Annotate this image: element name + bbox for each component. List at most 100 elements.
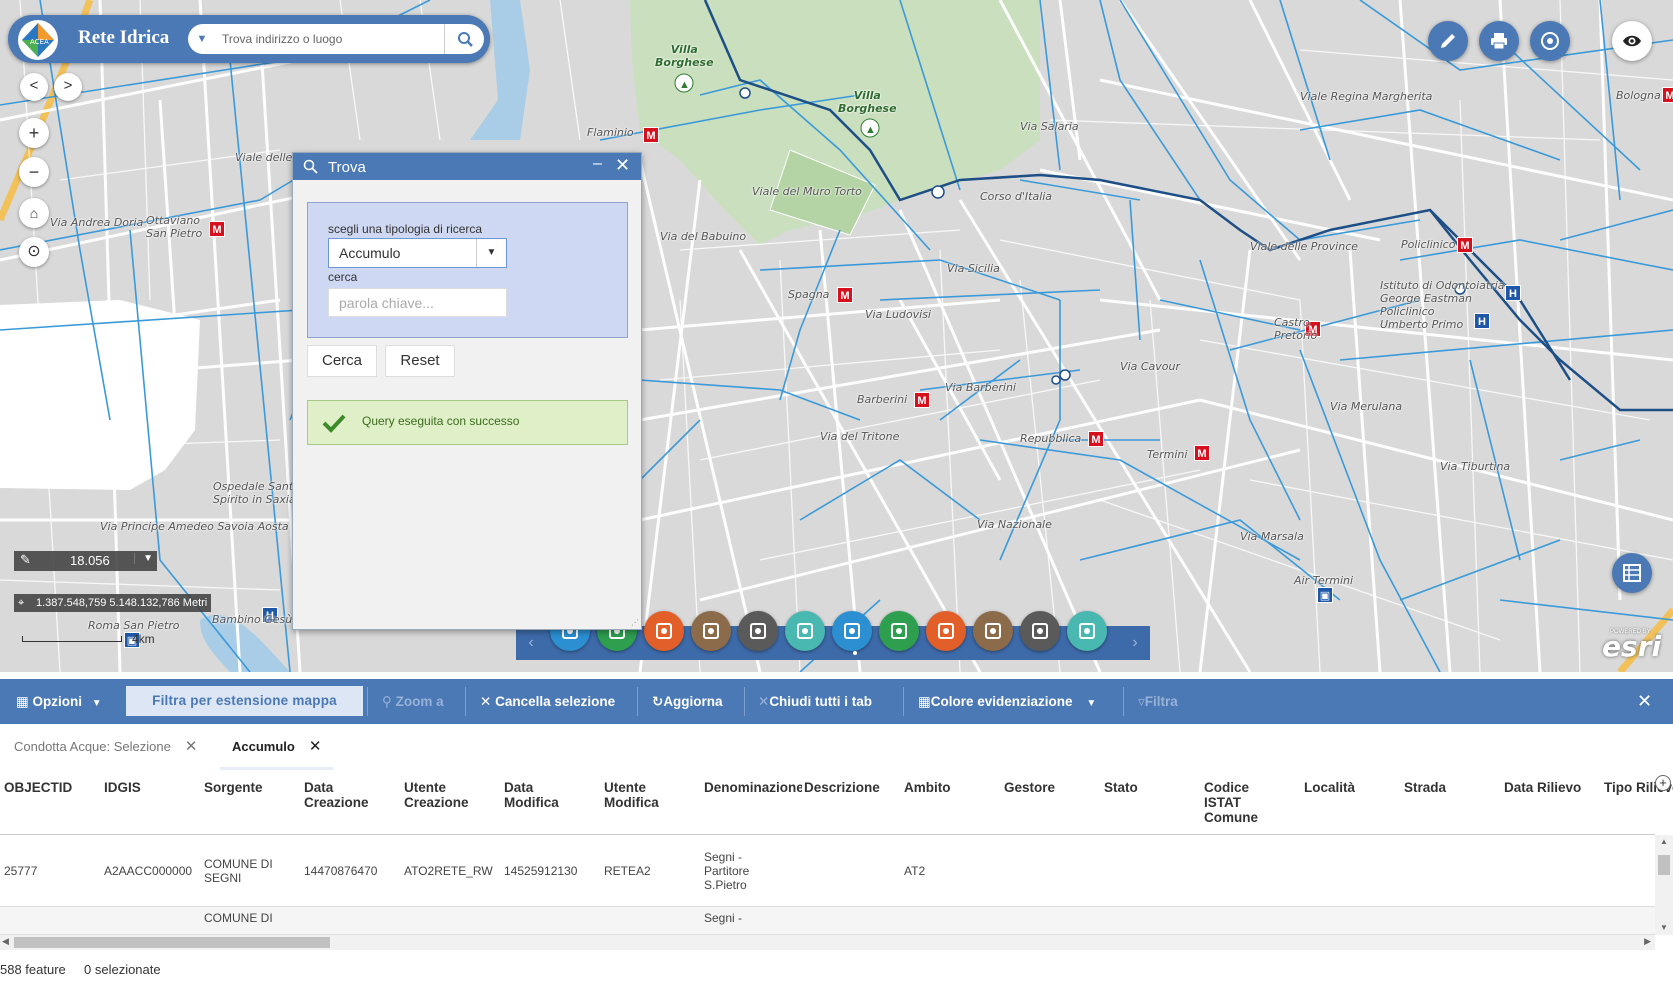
close-button[interactable]: ✕ (615, 155, 630, 176)
separator (637, 687, 638, 716)
horizontal-scrollbar[interactable]: ◀ ▶ (0, 935, 1655, 950)
chevron-down-icon[interactable]: ▼ (476, 239, 506, 267)
map-label: Castro Pretorio (1274, 316, 1318, 342)
resize-handle[interactable]: ⋰ (631, 618, 639, 627)
network-tool-button[interactable] (1530, 21, 1570, 61)
zoom-in-button[interactable]: + (19, 118, 49, 148)
column-header[interactable]: Sorgente (204, 780, 302, 795)
attribute-table-button[interactable] (1612, 553, 1652, 593)
map-label: Villa Borghese (838, 89, 897, 115)
chevron-down-icon[interactable]: ▼ (134, 553, 153, 564)
pencil-icon (1441, 34, 1455, 48)
location-widget-button[interactable] (879, 611, 919, 651)
column-header[interactable]: IDGIS (104, 780, 202, 795)
print-button[interactable] (1479, 21, 1519, 61)
scroll-thumb[interactable] (1658, 855, 1670, 875)
trova-search-panel: scegli una tipologia di ricerca Accumulo… (307, 202, 628, 338)
close-table-button[interactable]: ✕ (1637, 679, 1652, 724)
close-icon[interactable]: ✕ (309, 738, 322, 755)
document-widget-button[interactable] (785, 611, 825, 651)
options-menu[interactable]: ▦ Opzioni ▼ (16, 679, 102, 724)
column-header[interactable]: Località (1304, 780, 1402, 795)
pin-icon: ⚲ (382, 694, 392, 709)
cerca-label: cerca (328, 270, 358, 284)
highlight-color-menu[interactable]: ▦Colore evidenziazione ▼ (918, 679, 1096, 724)
column-header[interactable]: Codice ISTAT Comune (1204, 780, 1302, 825)
esri-logo: esri (1602, 630, 1662, 663)
minimize-button[interactable]: – (593, 155, 602, 173)
measure-tool-button[interactable] (1428, 21, 1468, 61)
search-widget-button[interactable] (832, 611, 872, 651)
locate-button[interactable]: ⊙ (19, 237, 49, 267)
graduation-widget-button[interactable] (691, 611, 731, 651)
selected-count: 0 selezionate (84, 962, 161, 977)
search-button[interactable] (444, 24, 484, 54)
close-all-tabs-button[interactable]: ✕Chiudi tutti i tab (758, 679, 872, 724)
grid-widget-button[interactable] (644, 611, 684, 651)
column-header[interactable]: Data Rilievo (1504, 780, 1602, 795)
table-row[interactable]: COMUNE DI Segni - (0, 907, 1655, 935)
scroll-up-arrow[interactable]: ▲ (1660, 837, 1668, 846)
coordinate-text: 1.387.548,759 5.148.132,786 Metri (36, 597, 208, 609)
zoom-to-button[interactable]: ⚲ Zoom a (382, 679, 444, 724)
refresh-button[interactable]: ↻Aggiorna (652, 679, 723, 724)
filter-by-extent-button[interactable]: Filtra per estensione mappa (126, 686, 363, 716)
column-header[interactable]: OBJECTID (4, 780, 102, 795)
dock-prev-arrow[interactable]: ‹ (516, 626, 546, 660)
clear-selection-button[interactable]: ✕ Cancella selezione (480, 679, 615, 724)
search-icon (303, 159, 318, 174)
home-button[interactable]: ⌂ (19, 198, 49, 228)
column-header[interactable]: Descrizione (804, 780, 902, 795)
column-header[interactable]: Strada (1404, 780, 1502, 795)
tipo-select[interactable]: Accumulo ▼ (328, 238, 507, 268)
search-input[interactable] (222, 29, 442, 49)
search-source-dropdown[interactable]: ▼ (188, 24, 216, 54)
overview-button[interactable] (1612, 21, 1652, 61)
separator (903, 687, 904, 716)
extent-prev-button[interactable]: < (20, 73, 48, 101)
download-widget-button[interactable] (1020, 611, 1060, 651)
person-widget-button[interactable] (926, 611, 966, 651)
map-book-widget-button[interactable] (973, 611, 1013, 651)
table-cell: 14525912130 (504, 864, 578, 878)
column-header[interactable]: Stato (1104, 780, 1202, 795)
highlight-color-label: Colore evidenziazione (930, 694, 1073, 709)
dock-next-arrow[interactable]: › (1120, 626, 1150, 660)
checkmark-icon (322, 414, 346, 433)
map-book-icon (985, 623, 1001, 639)
trova-title-bar[interactable]: Trova – ✕ (293, 153, 641, 180)
close-icon[interactable]: ✕ (185, 738, 198, 755)
grid-icon: ▦ (16, 694, 29, 709)
table-row[interactable]: 25777 A2AACC000000 COMUNE DI SEGNI 144708764… (0, 835, 1655, 907)
scroll-right-arrow[interactable]: ▶ (1644, 936, 1651, 947)
scale-value: 18.056 (70, 553, 110, 568)
column-header[interactable]: Data Creazione (304, 780, 402, 810)
scroll-left-arrow[interactable]: ◀ (2, 936, 9, 947)
column-header[interactable]: Gestore (1004, 780, 1102, 795)
vertical-scrollbar[interactable]: ▲ ▼ (1655, 835, 1673, 935)
map-view[interactable]: ▲ ▲ M M M M M M M M M H H H ▣ ▣ Villa Bor… (0, 0, 1673, 672)
column-header[interactable]: Utente Modifica (604, 780, 702, 810)
filter-button[interactable]: ▿Filtra (1138, 679, 1178, 724)
zoom-out-button[interactable]: − (19, 157, 49, 187)
cerca-button[interactable]: Cerca (307, 345, 377, 377)
column-header[interactable]: Ambito (904, 780, 1002, 795)
tab-accumulo[interactable]: Accumulo ✕ (220, 724, 334, 770)
column-header[interactable]: Denominazione (704, 780, 802, 795)
scroll-thumb[interactable] (14, 937, 330, 948)
column-header[interactable]: Data Modifica (504, 780, 602, 810)
keyword-input[interactable] (328, 288, 507, 317)
table-header: OBJECTID IDGIS Sorgente Data Creazione Utente… (0, 770, 1673, 835)
measure-search-widget-button[interactable] (738, 611, 778, 651)
extent-next-button[interactable]: > (54, 73, 82, 101)
scale-widget[interactable]: ✎ 18.056 ▼ (14, 551, 157, 571)
map-label: Via Salaria (1020, 120, 1079, 133)
pi-widget-button[interactable] (1067, 611, 1107, 651)
add-column-icon[interactable]: + (1655, 775, 1671, 791)
map-label: Policlinico (1401, 238, 1456, 251)
status-message: Query eseguita con successo (362, 414, 520, 428)
reset-button[interactable]: Reset (385, 345, 455, 377)
column-header[interactable]: Utente Creazione (404, 780, 502, 810)
scroll-down-arrow[interactable]: ▼ (1660, 923, 1668, 932)
tab-condotta-acque[interactable]: Condotta Acque: Selezione ✕ (14, 724, 197, 770)
